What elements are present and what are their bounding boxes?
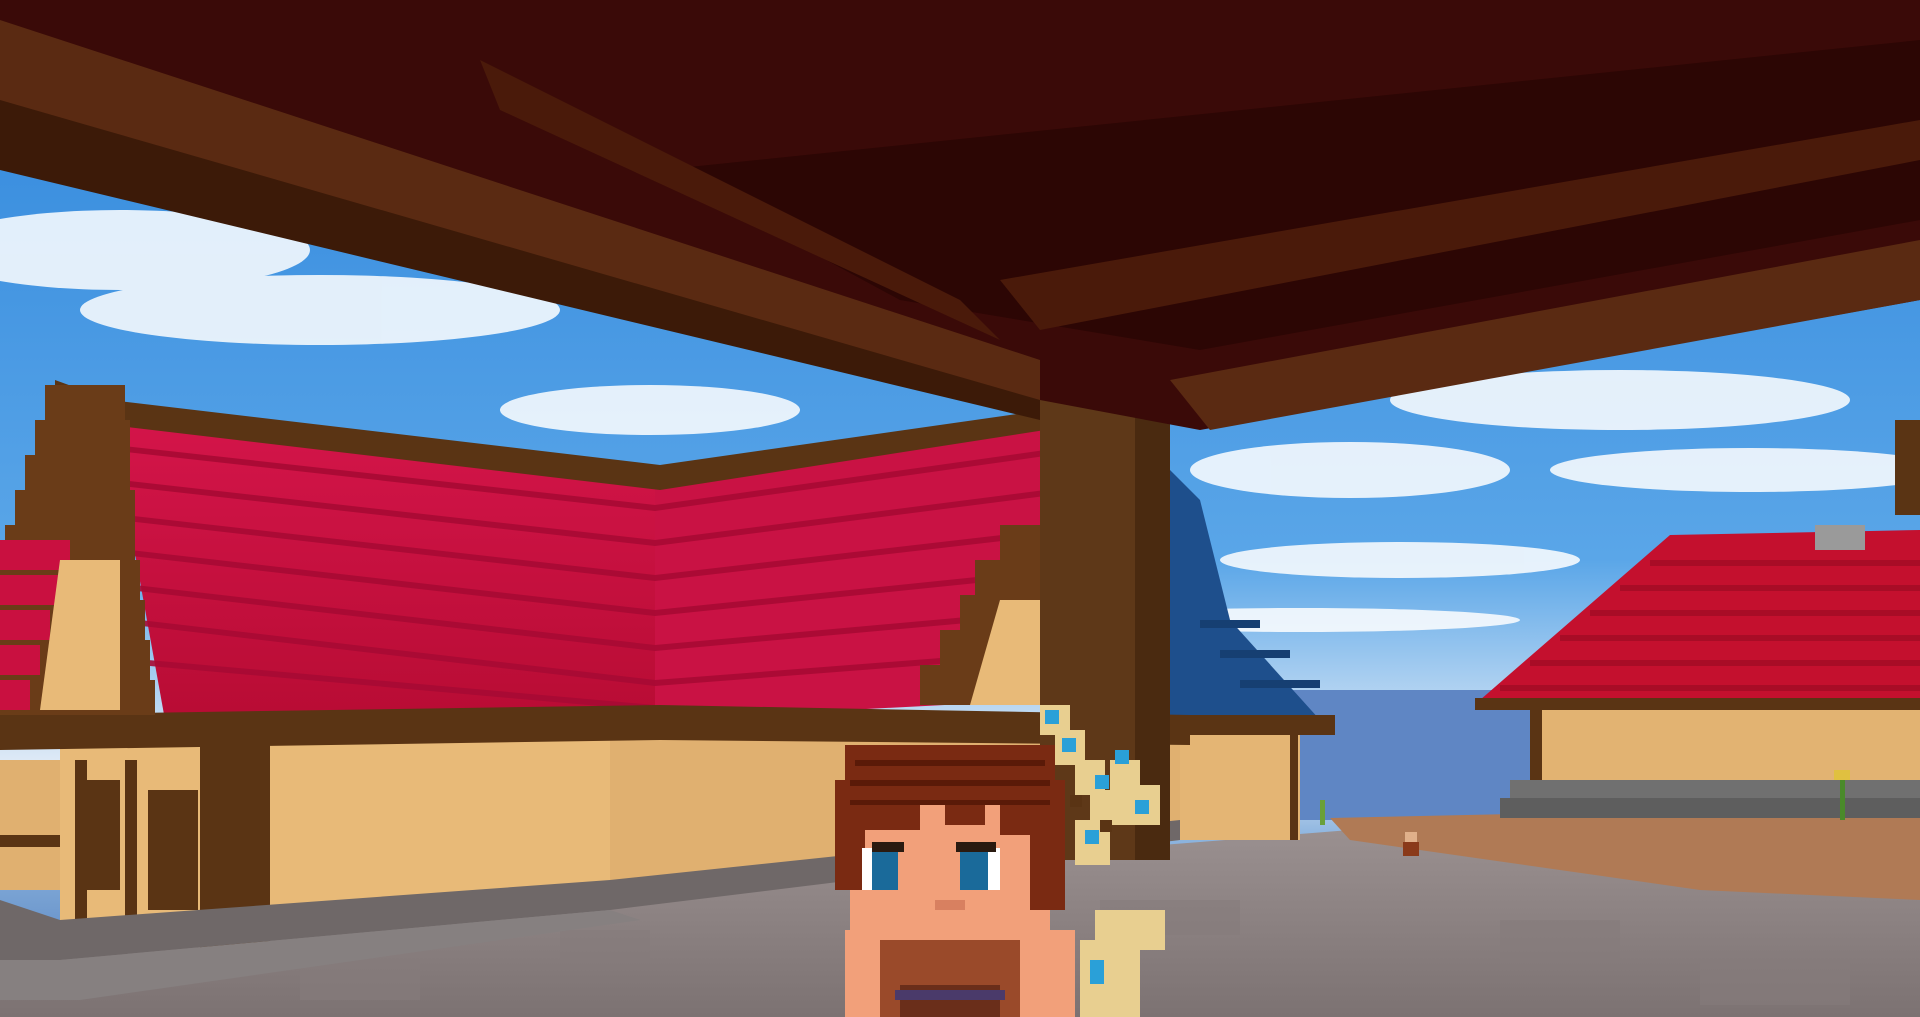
player-character[interactable] (835, 745, 1075, 1017)
distant-npc[interactable] (1403, 832, 1419, 856)
game-viewport[interactable] (0, 0, 1920, 1017)
